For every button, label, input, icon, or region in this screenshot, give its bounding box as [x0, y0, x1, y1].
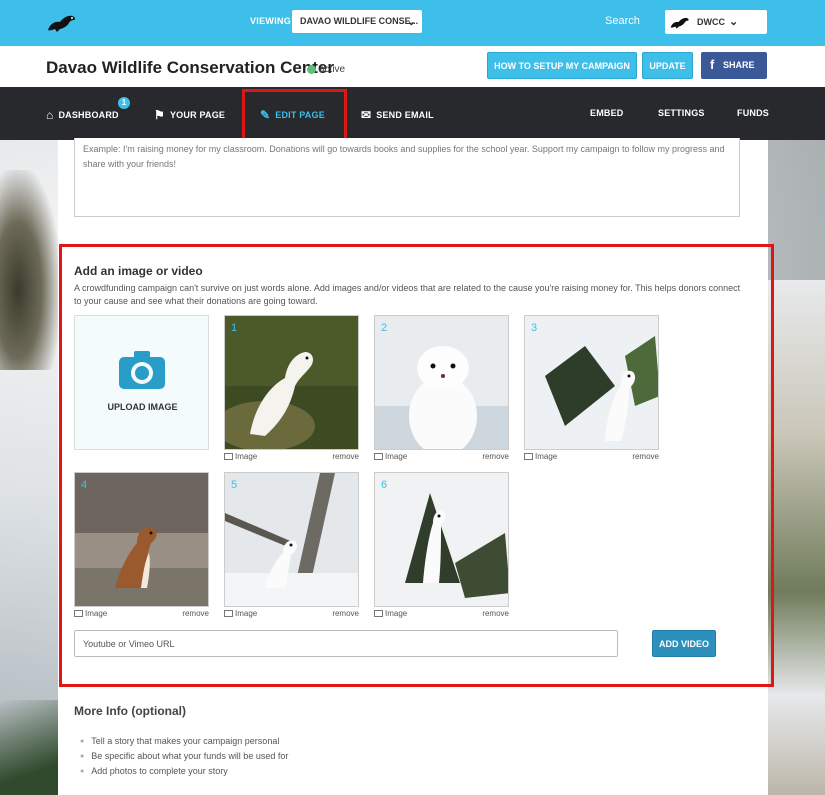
update-button[interactable]: UPDATE: [642, 52, 693, 79]
ermine-photo: [225, 473, 358, 606]
image-number: 3: [531, 322, 538, 334]
account-name: DWCC: [697, 17, 725, 27]
top-bar: VIEWING DAVAO WILDLIFE CONSE... ⌄ Search…: [0, 0, 825, 46]
image-caption-row: Image remove: [374, 609, 509, 621]
nav-funds[interactable]: FUNDS: [737, 108, 769, 118]
image-number: 1: [231, 322, 238, 334]
campaign-select[interactable]: DAVAO WILDLIFE CONSE... ⌄: [292, 10, 422, 33]
image-thumbnail[interactable]: 3: [524, 315, 659, 450]
upload-image-button[interactable]: UPLOAD IMAGE: [74, 315, 209, 450]
image-caption: Image: [235, 609, 258, 618]
upload-image-label: UPLOAD IMAGE: [107, 402, 178, 412]
image-icon: [374, 453, 383, 460]
search-link[interactable]: Search: [605, 15, 640, 27]
remove-image-link[interactable]: remove: [332, 452, 359, 461]
chevron-down-icon: ⌄: [406, 16, 416, 28]
nav-your-page[interactable]: ⚑ YOUR PAGE: [154, 108, 225, 122]
list-item: Be specific about what your funds will b…: [80, 749, 288, 764]
image-caption-row: Image remove: [224, 609, 359, 621]
image-label: Image: [224, 452, 257, 461]
image-caption: Image: [385, 452, 408, 461]
flag-icon: ⚑: [154, 108, 165, 122]
image-caption-row: Image remove: [524, 452, 659, 464]
image-label: Image: [374, 452, 407, 461]
media-section-title: Add an image or video: [74, 264, 203, 278]
image-number: 5: [231, 479, 238, 491]
image-icon: [224, 610, 233, 617]
media-section-description: A crowdfunding campaign can't survive on…: [74, 283, 741, 306]
background-pine: [0, 700, 60, 795]
campaign-select-value: DAVAO WILDLIFE CONSE...: [300, 16, 419, 26]
image-icon: [74, 610, 83, 617]
page-title: Davao Wildlife Conservation Center: [46, 58, 334, 77]
weasel-logo-icon[interactable]: [46, 10, 78, 34]
campaign-header: Davao Wildlife Conservation Center activ…: [0, 46, 825, 87]
image-thumbnail[interactable]: 2: [374, 315, 509, 450]
image-caption: Image: [235, 452, 258, 461]
image-caption-row: Image remove: [224, 452, 359, 464]
chevron-down-icon: ⌄: [729, 16, 739, 28]
notification-badge: 1: [118, 97, 130, 109]
image-icon: [524, 453, 533, 460]
home-icon: ⌂: [46, 108, 54, 122]
ermine-photo: [375, 316, 508, 449]
weasel-avatar-icon: [670, 17, 689, 29]
remove-image-link[interactable]: remove: [482, 609, 509, 618]
image-thumbnail[interactable]: 1: [224, 315, 359, 450]
envelope-icon: ✉: [361, 108, 372, 122]
image-caption: Image: [535, 452, 558, 461]
more-info-tips: Tell a story that makes your campaign pe…: [80, 734, 288, 779]
nav-your-page-label: YOUR PAGE: [169, 110, 226, 120]
image-number: 4: [81, 479, 88, 491]
account-select[interactable]: DWCC ⌄: [665, 10, 767, 34]
image-thumbnail[interactable]: 4: [74, 472, 209, 607]
image-number: 6: [381, 479, 388, 491]
image-number: 2: [381, 322, 388, 334]
camera-icon: [119, 351, 165, 389]
share-label: SHARE: [723, 60, 755, 70]
image-thumbnail[interactable]: 6: [374, 472, 509, 607]
background-rock: [0, 170, 60, 370]
remove-image-link[interactable]: remove: [632, 452, 659, 461]
nav-send-email-label: SEND EMAIL: [376, 110, 434, 120]
status-label: active: [319, 64, 346, 75]
facebook-icon: f: [710, 57, 715, 72]
image-label: Image: [374, 609, 407, 618]
status-dot-icon: [307, 65, 316, 74]
more-info-title: More Info (optional): [74, 704, 186, 718]
ermine-photo: [225, 316, 358, 449]
main-nav: ⌂ DASHBOARD 1 ⚑ YOUR PAGE ✎ EDIT PAGE ✉ SEND…: [0, 87, 825, 140]
edit-page-highlight: [242, 89, 347, 141]
image-caption-row: Image remove: [74, 609, 209, 621]
image-label: Image: [224, 609, 257, 618]
remove-image-link[interactable]: remove: [182, 609, 209, 618]
image-caption: Image: [385, 609, 408, 618]
list-item: Add photos to complete your story: [80, 764, 288, 779]
nav-settings[interactable]: SETTINGS: [658, 108, 705, 118]
remove-image-link[interactable]: remove: [482, 452, 509, 461]
image-label: Image: [524, 452, 557, 461]
description-textarea[interactable]: Example: I'm raising money for my classr…: [74, 138, 740, 217]
image-caption: Image: [85, 609, 108, 618]
how-to-setup-button[interactable]: HOW TO SETUP MY CAMPAIGN: [487, 52, 637, 79]
viewing-label: VIEWING: [250, 16, 292, 26]
image-caption-row: Image remove: [374, 452, 509, 464]
weasel-photo: [75, 473, 208, 606]
nav-dashboard[interactable]: ⌂ DASHBOARD: [46, 108, 119, 122]
nav-dashboard-label: DASHBOARD: [58, 110, 119, 120]
image-icon: [374, 610, 383, 617]
image-thumbnail[interactable]: 5: [224, 472, 359, 607]
remove-image-link[interactable]: remove: [332, 609, 359, 618]
image-icon: [224, 453, 233, 460]
list-item: Tell a story that makes your campaign pe…: [80, 734, 288, 749]
nav-send-email[interactable]: ✉ SEND EMAIL: [361, 108, 434, 122]
image-label: Image: [74, 609, 107, 618]
add-video-button[interactable]: ADD VIDEO: [652, 630, 716, 657]
nav-embed[interactable]: EMBED: [590, 108, 624, 118]
background-branches: [765, 280, 825, 795]
video-url-input[interactable]: Youtube or Vimeo URL: [74, 630, 618, 657]
share-button[interactable]: f SHARE: [701, 52, 767, 79]
ermine-photo: [375, 473, 508, 606]
ermine-photo: [525, 316, 658, 449]
